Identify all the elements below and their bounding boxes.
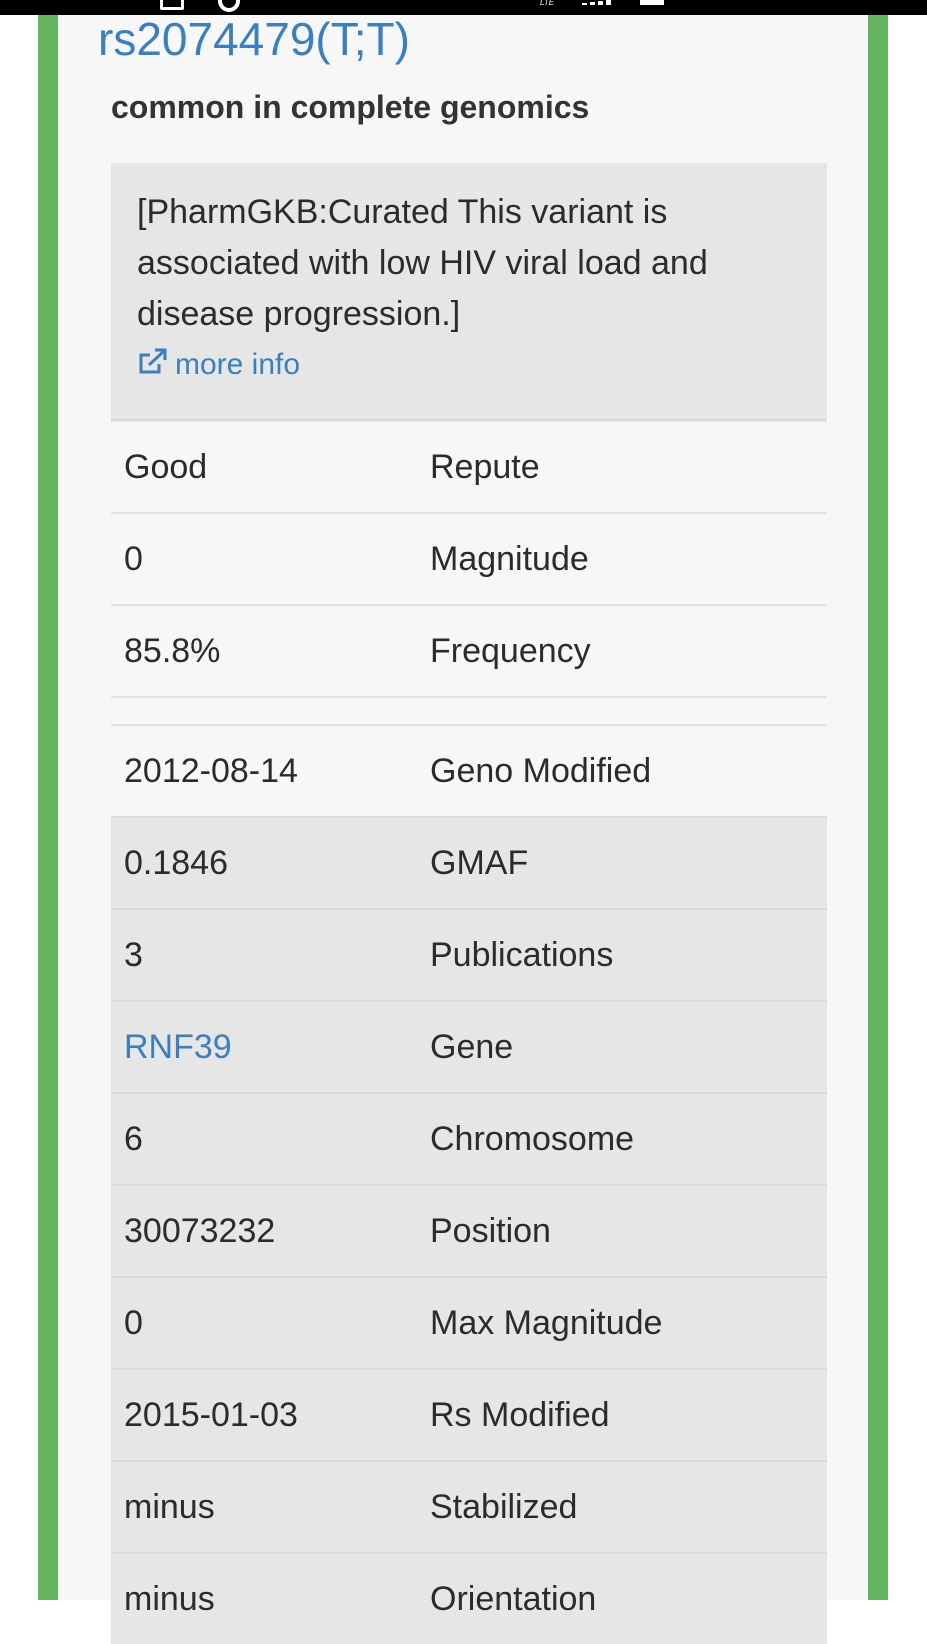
rs-modified-value: 2015-01-03: [111, 1368, 417, 1461]
table-row: Good Repute: [111, 420, 827, 513]
stabilized-label: Stabilized: [417, 1460, 827, 1553]
frequency-label: Frequency: [417, 604, 827, 697]
table-row: 0 Magnitude: [111, 512, 827, 605]
magnitude-value: 0: [111, 512, 417, 605]
publications-label: Publications: [417, 908, 827, 1001]
genotype-title-link[interactable]: rs2074479(T;T): [98, 11, 410, 67]
table-row: 2012-08-14 Geno Modified: [111, 724, 827, 817]
gene-value-cell: RNF39: [111, 1000, 417, 1093]
orientation-value: minus: [111, 1552, 417, 1644]
signal-strength-icon: [582, 0, 618, 5]
genotype-subtitle: common in complete genomics: [111, 89, 590, 125]
table-spacer-row: [111, 696, 827, 725]
frequency-value: 85.8%: [111, 604, 417, 697]
chromosome-label: Chromosome: [417, 1092, 827, 1185]
position-value: 30073232: [111, 1184, 417, 1277]
table-row: 6 Chromosome: [111, 1092, 827, 1185]
max-magnitude-value: 0: [111, 1276, 417, 1369]
table-row: 2015-01-03 Rs Modified: [111, 1368, 827, 1461]
position-label: Position: [417, 1184, 827, 1277]
chromosome-value: 6: [111, 1092, 417, 1185]
magnitude-label: Magnitude: [417, 512, 827, 605]
geno-modified-label: Geno Modified: [417, 724, 827, 817]
more-info-label: more info: [175, 348, 301, 381]
orientation-label: Orientation: [417, 1552, 827, 1644]
notification-icon: [160, 0, 184, 10]
table-row: 85.8% Frequency: [111, 604, 827, 697]
table-row: 0 Max Magnitude: [111, 1276, 827, 1369]
gene-label: Gene: [417, 1000, 827, 1093]
table-row: 0.1846 GMAF: [111, 816, 827, 909]
summary-box: [PharmGKB:Curated This variant is associ…: [111, 163, 827, 420]
genotype-card-frame: rs2074479(T;T) common in complete genomi…: [38, 13, 888, 1644]
max-magnitude-label: Max Magnitude: [417, 1276, 827, 1369]
gmaf-label: GMAF: [417, 816, 827, 909]
battery-icon: [640, 0, 664, 5]
table-row: 30073232 Position: [111, 1184, 827, 1277]
gene-link[interactable]: RNF39: [124, 1028, 232, 1066]
publications-value: 3: [111, 908, 417, 1001]
table-row: RNF39 Gene: [111, 1000, 827, 1093]
more-info-link[interactable]: more info: [137, 345, 300, 387]
gmaf-value: 0.1846: [111, 816, 417, 909]
geno-modified-value: 2012-08-14: [111, 724, 417, 817]
table-row: minus Orientation: [111, 1552, 827, 1644]
summary-text: [PharmGKB:Curated This variant is associ…: [137, 193, 708, 333]
genotype-card: rs2074479(T;T) common in complete genomi…: [58, 13, 868, 1644]
external-link-icon: [137, 347, 167, 387]
properties-table: Good Repute 0 Magnitude 85.8% Frequency …: [111, 420, 827, 1644]
table-row: minus Stabilized: [111, 1460, 827, 1553]
lte-indicator-icon: LTE: [540, 0, 555, 7]
stabilized-value: minus: [111, 1460, 417, 1553]
table-row: 3 Publications: [111, 908, 827, 1001]
repute-value: Good: [111, 420, 417, 513]
rs-modified-label: Rs Modified: [417, 1368, 827, 1461]
repute-label: Repute: [417, 420, 827, 513]
